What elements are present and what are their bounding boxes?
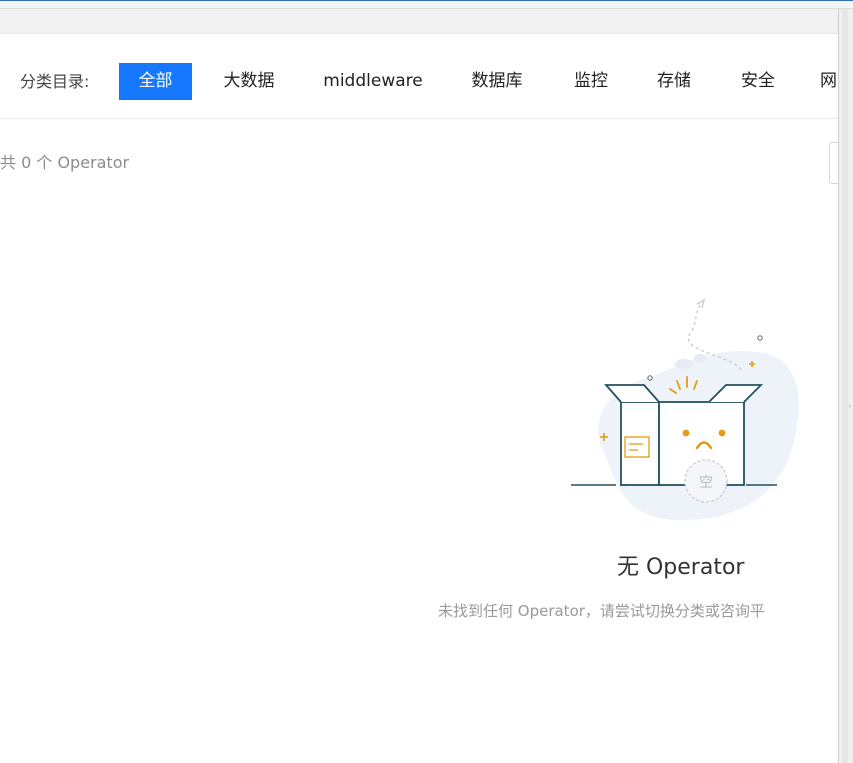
empty-state-description: 未找到任何 Operator，请尝试切换分类或咨询平: [438, 602, 765, 620]
operator-market-page: 分类目录: 全部 大数据 middleware 数据库 监控 存储 安全 网 共…: [0, 0, 853, 763]
top-strip: [0, 9, 840, 34]
category-tab-database[interactable]: 数据库: [460, 63, 534, 100]
empty-box-illustration: 空: [571, 298, 799, 521]
scroll-marker-icon: ‹: [848, 402, 852, 412]
empty-state-title: 无 Operator: [617, 555, 745, 580]
category-tab-middleware[interactable]: middleware: [316, 63, 430, 100]
box-label: [624, 436, 650, 458]
category-tab-network[interactable]: 网: [820, 63, 840, 100]
category-tab-all[interactable]: 全部: [119, 63, 192, 100]
face-eye-right: [718, 429, 726, 437]
vertical-scrollbar[interactable]: ‹: [838, 9, 853, 763]
cloud-shape: [675, 359, 693, 369]
category-label: 分类目录:: [20, 72, 90, 91]
scrollbar-track[interactable]: [842, 9, 848, 763]
category-tab-big-data[interactable]: 大数据: [210, 63, 288, 100]
category-tab-security[interactable]: 安全: [730, 63, 786, 100]
category-tab-monitoring[interactable]: 监控: [563, 63, 619, 100]
empty-badge-text: 空: [699, 475, 713, 491]
face-eye-left: [682, 429, 690, 437]
cloud-shape: [694, 354, 706, 362]
category-tab-storage[interactable]: 存储: [646, 63, 702, 100]
operator-count: 共 0 个 Operator: [0, 153, 130, 172]
window-top-border: [0, 0, 853, 9]
decor-circle: [757, 335, 763, 341]
arrow-icon: [696, 298, 706, 309]
category-filter-bar: 分类目录: 全部 大数据 middleware 数据库 监控 存储 安全 网: [0, 34, 838, 119]
